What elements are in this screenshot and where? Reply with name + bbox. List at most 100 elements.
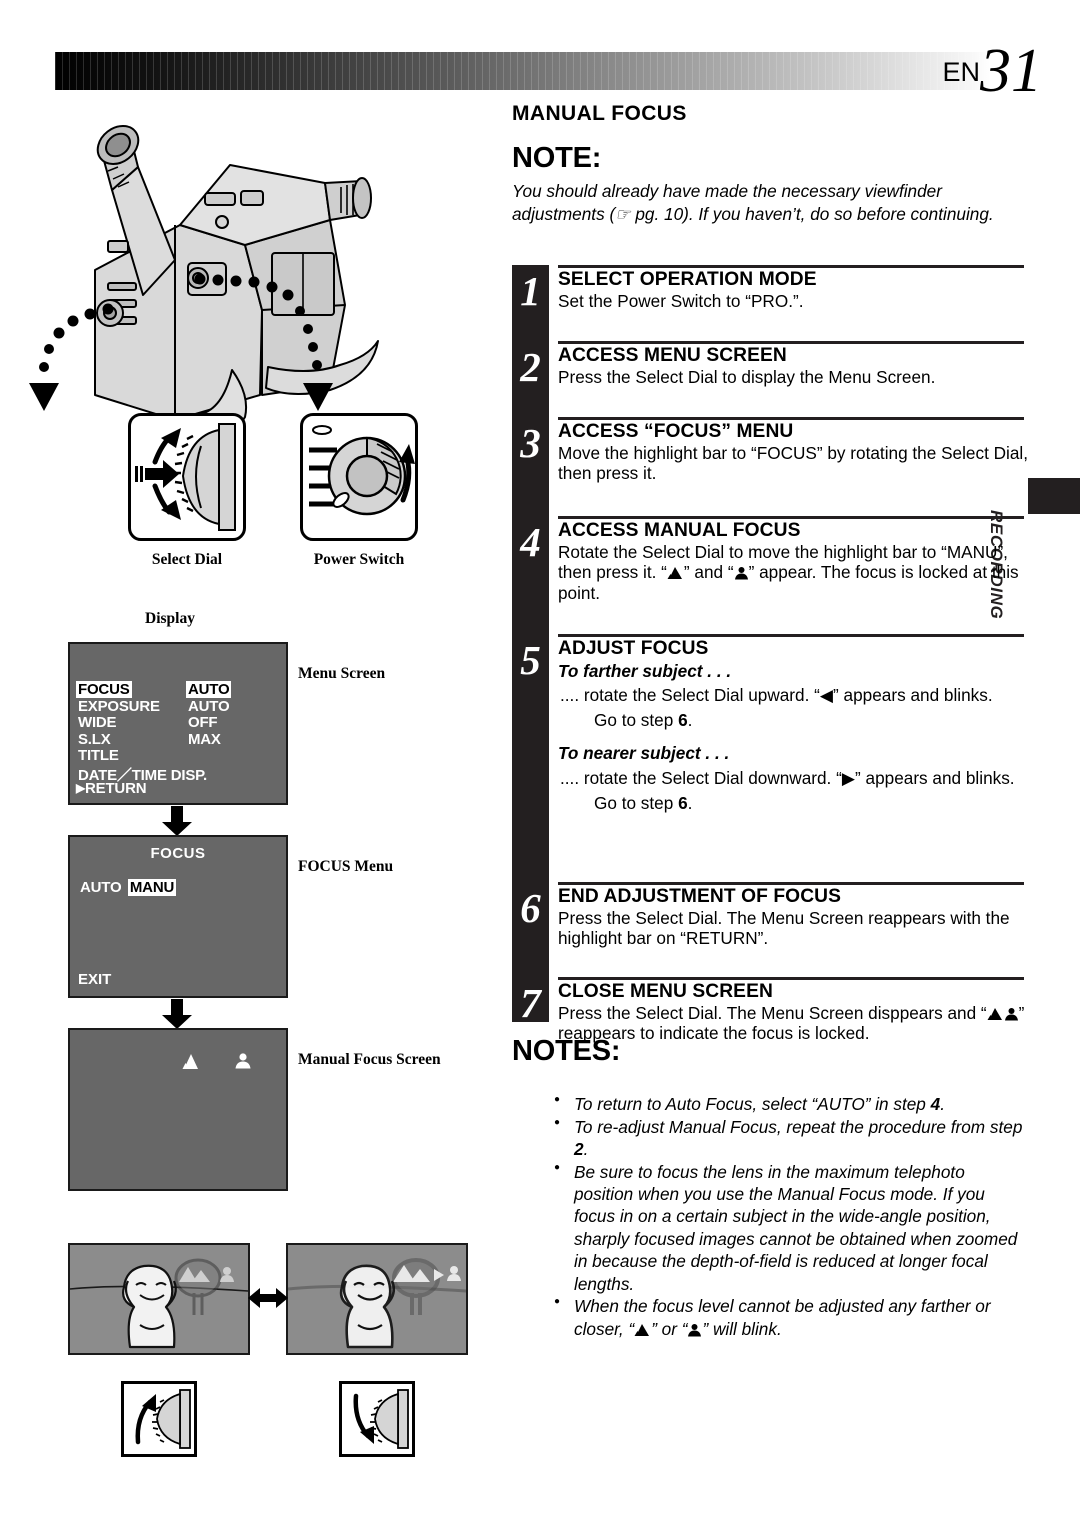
menu-row-label: EXPOSURE bbox=[78, 697, 160, 715]
note-text-end: . bbox=[583, 1139, 589, 1160]
note-text-mid: ” or “ bbox=[651, 1318, 688, 1339]
menu-row: WIDE OFF bbox=[76, 714, 284, 731]
step5-farther-goto: Go to step 6. bbox=[558, 710, 1032, 731]
return-triangle-icon: ▶ bbox=[76, 781, 86, 795]
step-body: Rotate the Select Dial to move the highl… bbox=[558, 542, 1032, 604]
focus-option: AUTO bbox=[80, 879, 122, 896]
note-body: You should already have made the necessa… bbox=[512, 181, 994, 224]
menu-row-value: OFF bbox=[188, 714, 218, 731]
dial-rotate-up-diagram bbox=[121, 1381, 197, 1457]
note-item: To return to Auto Focus, select “AUTO” i… bbox=[552, 1093, 1028, 1115]
step-5: 5 ADJUST FOCUS To farther subject . . . … bbox=[512, 634, 1032, 882]
goto-text: Go to step bbox=[594, 792, 679, 813]
step-divider bbox=[558, 417, 1024, 420]
page-header: EN31 bbox=[0, 0, 1080, 102]
goto-step-number: 6 bbox=[678, 710, 688, 731]
menu-row: FOCUS AUTO bbox=[76, 681, 284, 698]
step5-farther-instruction: .... rotate the Select Dial upward. “◀” … bbox=[560, 685, 993, 706]
step5-subheading-nearer: To nearer subject . . . bbox=[558, 742, 730, 763]
menu-row-value: AUTO bbox=[186, 681, 232, 698]
dial-rotate-up-icon bbox=[135, 1389, 191, 1449]
select-dial-icon bbox=[135, 423, 236, 531]
power-switch-diagram bbox=[300, 413, 418, 541]
page-number-value: 31 bbox=[980, 37, 1042, 105]
note-text: Be sure to focus the lens in the maximum… bbox=[574, 1161, 1018, 1294]
left-right-arrow-icon bbox=[248, 1288, 288, 1308]
manual-focus-screen-caption: Manual Focus Screen bbox=[298, 1051, 441, 1068]
focus-menu-options: AUTO MANU bbox=[78, 879, 177, 897]
note-text-end: . bbox=[940, 1094, 945, 1115]
dial-rotate-down-diagram bbox=[339, 1381, 415, 1457]
focus-menu-screen: FOCUS AUTO MANU EXIT bbox=[68, 835, 288, 998]
menu-row: DATE／TIME DISP. bbox=[76, 764, 284, 784]
step5-nearer-instruction: .... rotate the Select Dial downward. “▶… bbox=[560, 767, 1015, 788]
manual-focus-screen bbox=[68, 1028, 288, 1191]
step-body: Press the Select Dial. The Menu Screen r… bbox=[558, 907, 1010, 949]
step-title: ACCESS “FOCUS” MENU bbox=[558, 421, 794, 442]
focus-menu-title: FOCUS bbox=[150, 845, 206, 862]
menu-screen-rows: FOCUS AUTO EXPOSURE AUTO WIDE OFF S.LX M… bbox=[76, 681, 284, 784]
menu-row-label: WIDE bbox=[78, 714, 117, 731]
focus-option: MANU bbox=[127, 879, 177, 896]
step-title: SELECT OPERATION MODE bbox=[558, 269, 817, 290]
menu-screen: FOCUS AUTO EXPOSURE AUTO WIDE OFF S.LX M… bbox=[68, 642, 288, 805]
step-number: 4 bbox=[520, 519, 541, 565]
left-illustration-column: Select Dial Power Switch Display FOCUS A… bbox=[0, 95, 500, 1191]
page-number-prefix: EN bbox=[942, 57, 980, 87]
scene-focus-on-subject bbox=[68, 1243, 250, 1355]
scene-far-focus-svg bbox=[288, 1245, 466, 1353]
menu-return-row: ▶RETURN bbox=[76, 780, 147, 797]
step-number: 6 bbox=[520, 885, 541, 931]
focus-menu-caption: FOCUS Menu bbox=[298, 858, 394, 875]
menu-return-label: RETURN bbox=[85, 780, 147, 797]
note-item: Be sure to focus the lens in the maximum… bbox=[552, 1161, 1028, 1296]
step-number: 2 bbox=[520, 344, 541, 390]
goto-text: Go to step bbox=[594, 710, 679, 731]
step-title: END ADJUSTMENT OF FOCUS bbox=[558, 886, 842, 907]
menu-row: EXPOSURE AUTO bbox=[76, 698, 284, 715]
step-title: ADJUST FOCUS bbox=[558, 638, 709, 659]
goto-period: . bbox=[687, 792, 693, 813]
power-switch-icon bbox=[309, 425, 415, 516]
step-divider bbox=[558, 634, 1024, 637]
menu-screen-caption: Menu Screen bbox=[298, 665, 386, 682]
step-body: Set the Power Switch to “PRO.”. bbox=[558, 290, 804, 311]
step-6: 6 END ADJUSTMENT OF FOCUS Press the Sele… bbox=[512, 882, 1032, 977]
step-divider bbox=[558, 882, 1024, 885]
note-step-ref: 2 bbox=[574, 1139, 584, 1160]
menu-row-label: S.LX bbox=[78, 730, 111, 748]
step-divider bbox=[558, 977, 1024, 980]
note-text-end: ” will blink. bbox=[702, 1318, 782, 1339]
step5-nearer-goto: Go to step 6. bbox=[558, 793, 1032, 814]
dial-rotate-down-icon bbox=[353, 1389, 409, 1449]
note-step-ref: 4 bbox=[930, 1094, 941, 1115]
step-2: 2 ACCESS MENU SCREEN Press the Select Di… bbox=[512, 341, 1032, 417]
step-number: 5 bbox=[520, 637, 541, 683]
step-body: Move the highlight bar to “FOCUS” by rot… bbox=[558, 442, 1029, 484]
step-body: Press the Select Dial. The Menu Screen d… bbox=[558, 1003, 1032, 1045]
flow-arrow-down-icon bbox=[162, 999, 192, 1029]
step-title: CLOSE MENU SCREEN bbox=[558, 981, 773, 1002]
control-diagram-row: Select Dial Power Switch bbox=[0, 413, 500, 588]
step-divider bbox=[558, 341, 1024, 344]
notes-heading: NOTES: bbox=[512, 1035, 621, 1067]
focus-menu-exit-label: EXIT bbox=[78, 971, 112, 988]
goto-step-number: 6 bbox=[678, 792, 688, 813]
header-gradient-bar bbox=[55, 52, 990, 90]
step-divider bbox=[558, 265, 1024, 268]
menu-row-label: TITLE bbox=[78, 747, 119, 764]
camcorder-svg bbox=[29, 124, 379, 434]
camcorder-illustration bbox=[0, 95, 500, 434]
flow-arrow-down-icon bbox=[162, 806, 192, 836]
menu-row-label: FOCUS bbox=[76, 681, 132, 698]
select-dial-caption: Select Dial bbox=[151, 551, 223, 568]
manual-focus-indicators bbox=[182, 1052, 252, 1070]
step-body: Press the Select Dial to display the Men… bbox=[558, 366, 936, 387]
person-icon bbox=[1004, 1007, 1018, 1020]
menu-row-value: MAX bbox=[188, 730, 221, 748]
note-text: To return to Auto Focus, select “AUTO” i… bbox=[574, 1094, 931, 1115]
person-icon bbox=[688, 1323, 702, 1337]
step-3: 3 ACCESS “FOCUS” MENU Move the highlight… bbox=[512, 417, 1032, 516]
note-heading: NOTE: bbox=[512, 142, 602, 174]
step-divider bbox=[558, 516, 1024, 519]
